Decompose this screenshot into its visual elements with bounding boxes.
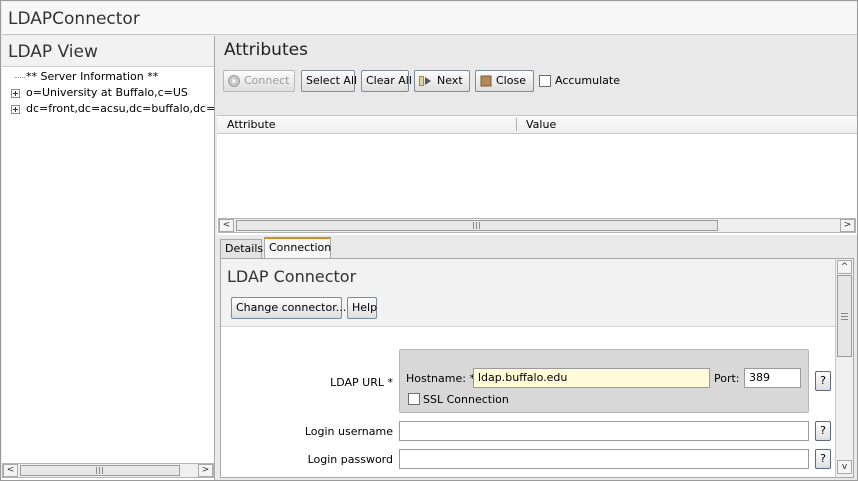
scroll-left-button[interactable]: < <box>219 219 234 232</box>
connect-label: Connect <box>244 74 290 87</box>
select-all-button[interactable]: Select All <box>301 70 357 92</box>
accumulate-label: Accumulate <box>555 74 620 87</box>
grip-icon <box>841 312 848 320</box>
column-divider[interactable] <box>516 118 517 131</box>
title-bar: LDAPConnector <box>2 2 857 35</box>
clear-all-button[interactable]: Clear All <box>361 70 412 92</box>
attributes-title: Attributes <box>224 40 308 60</box>
grip-icon <box>473 222 481 229</box>
tree-item-label: o=University at Buffalo,c=US <box>26 86 188 99</box>
attributes-table-header: Attribute Value <box>217 116 857 134</box>
tree-item-dc-front[interactable]: dc=front,dc=acsu,dc=buffalo,dc=edu <box>2 101 236 117</box>
hostname-label: Hostname: * <box>406 372 475 385</box>
tab-connection[interactable]: Connection <box>264 237 331 259</box>
login-password-field[interactable] <box>399 449 809 469</box>
ssl-connection-label: SSL Connection <box>423 393 509 406</box>
login-username-label: Login username <box>304 425 393 438</box>
tree-item-university-at-buffalo[interactable]: o=University at Buffalo,c=US <box>2 85 215 101</box>
connection-panel: LDAP Connector Change connector... Help … <box>220 258 854 478</box>
attributes-table: Attribute Value <box>217 115 857 235</box>
scroll-thumb[interactable] <box>236 220 718 231</box>
close-button[interactable]: Close <box>475 70 534 92</box>
ldap-url-help-button[interactable]: ? <box>815 371 831 391</box>
next-label: Next <box>437 74 463 87</box>
connect-button[interactable]: Connect <box>223 70 295 92</box>
tree-item-server-information[interactable]: ** Server Information ** <box>2 69 215 85</box>
window-title: LDAPConnector <box>8 9 140 29</box>
scroll-thumb[interactable] <box>837 275 852 357</box>
tab-details[interactable]: Details <box>220 239 263 259</box>
tree-item-label: ** Server Information ** <box>26 70 159 83</box>
tree-item-label: dc=front,dc=acsu,dc=buffalo,dc=edu <box>26 102 236 115</box>
ldap-view-pane: LDAP View ** Server Information ** o=Uni… <box>2 36 236 480</box>
login-username-field[interactable] <box>399 421 809 441</box>
connection-vertical-scrollbar[interactable]: ^ v <box>835 259 853 477</box>
hostname-field[interactable]: ldap.buffalo.edu <box>473 368 710 388</box>
scroll-right-button[interactable]: > <box>840 219 855 232</box>
port-field[interactable]: 389 <box>744 368 801 388</box>
column-header-value[interactable]: Value <box>526 118 556 131</box>
login-password-help-button[interactable]: ? <box>815 449 831 469</box>
column-header-attribute[interactable]: Attribute <box>227 118 276 131</box>
accumulate-checkbox[interactable] <box>539 75 551 87</box>
table-horizontal-scrollbar[interactable]: < > <box>218 218 856 233</box>
ldap-view-title: LDAP View <box>8 42 98 62</box>
port-label: Port: <box>714 372 740 385</box>
ldap-view-header: LDAP View <box>2 36 214 67</box>
help-button[interactable]: Help <box>347 297 377 319</box>
ssl-connection-checkbox[interactable] <box>408 393 420 405</box>
app-window: LDAPConnector LDAP View ** Server Inform… <box>0 0 858 481</box>
change-connector-button[interactable]: Change connector... <box>231 297 346 319</box>
expand-icon[interactable] <box>11 89 20 98</box>
ldap-url-group: Hostname: * ldap.buffalo.edu Port: 389 S… <box>399 349 809 413</box>
next-button[interactable]: Next <box>414 70 470 92</box>
login-password-label: Login password <box>307 453 393 466</box>
login-username-help-button[interactable]: ? <box>815 421 831 441</box>
scroll-down-button[interactable]: v <box>837 460 852 474</box>
scroll-thumb[interactable] <box>20 465 180 476</box>
close-label: Close <box>496 74 526 87</box>
play-icon <box>228 75 240 87</box>
tree-horizontal-scrollbar[interactable]: < > <box>2 463 214 478</box>
scroll-right-button[interactable]: > <box>198 464 213 477</box>
attributes-pane: Attributes Connect Select All Clear All … <box>216 36 857 480</box>
stop-icon <box>480 75 492 87</box>
connector-title: LDAP Connector <box>227 267 357 286</box>
connection-panel-header: LDAP Connector Change connector... Help <box>221 259 835 327</box>
scroll-left-button[interactable]: < <box>3 464 18 477</box>
grip-icon <box>96 467 104 474</box>
tree-connector-line <box>15 77 25 78</box>
next-icon <box>419 76 431 86</box>
ldap-tree: ** Server Information ** o=University at… <box>2 69 236 117</box>
ldap-url-label: LDAP URL * <box>330 376 393 389</box>
expand-icon[interactable] <box>11 105 20 114</box>
scroll-up-button[interactable]: ^ <box>837 260 852 274</box>
